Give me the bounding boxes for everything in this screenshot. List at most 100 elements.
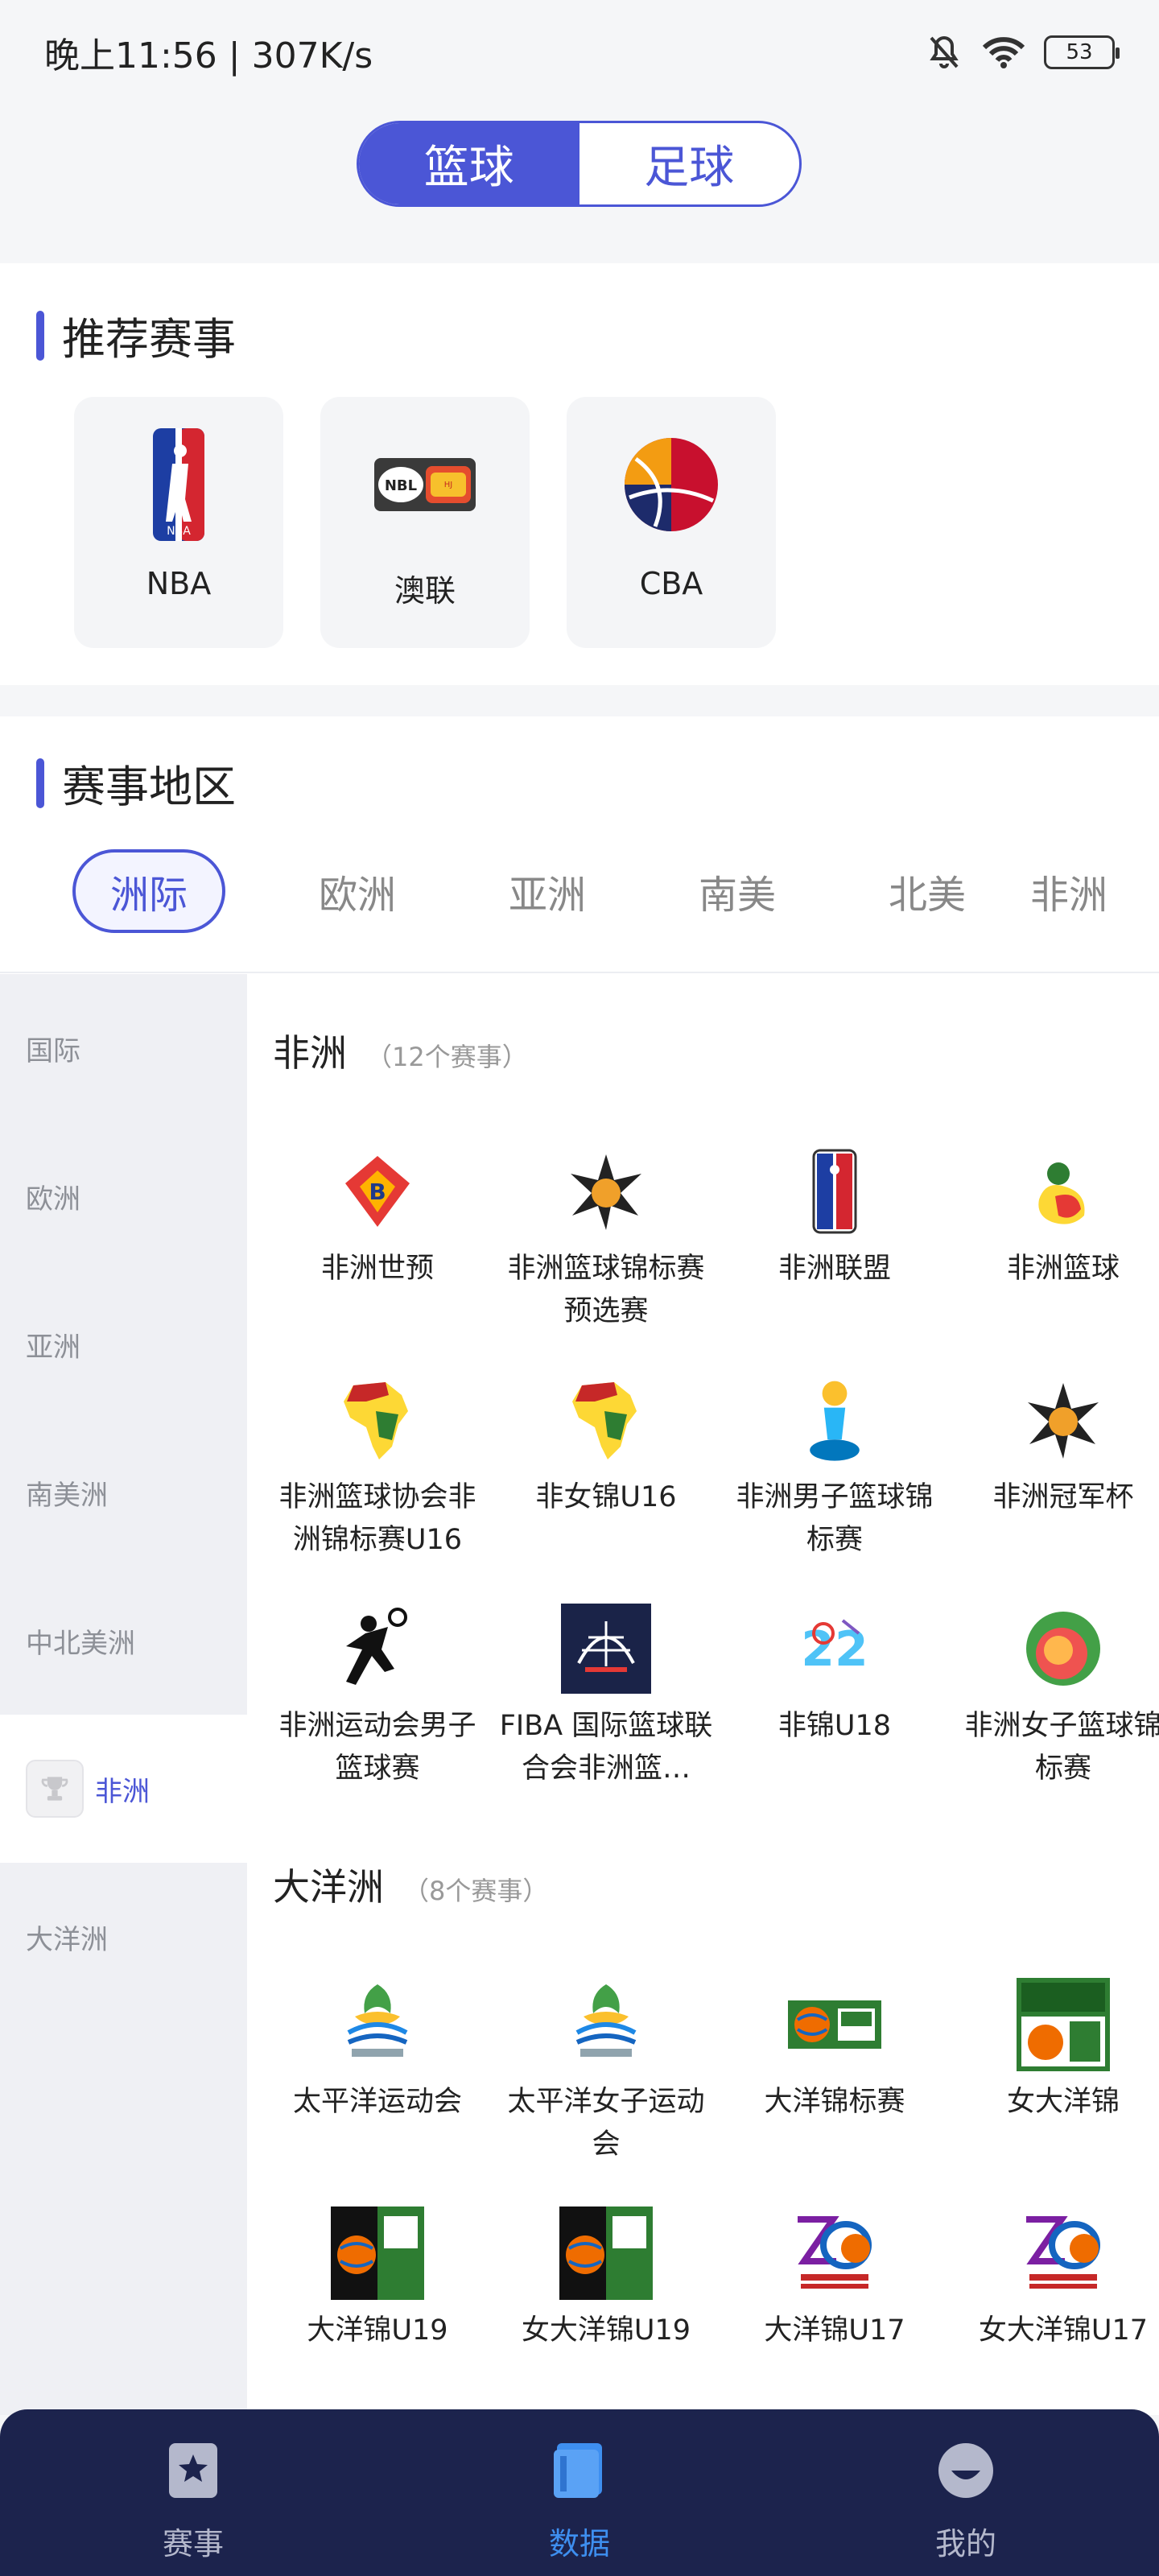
region-tab-intercontinental[interactable]: 洲际: [72, 849, 225, 933]
rec-card-nbl[interactable]: NBL HJ 澳联: [320, 397, 530, 648]
side-item-label: 南美洲: [26, 1479, 108, 1512]
star-ball-logo-icon: [558, 1143, 654, 1240]
region-tab-asia[interactable]: 亚洲: [452, 849, 642, 933]
svg-text:HJ: HJ: [444, 481, 452, 489]
tab-basketball[interactable]: 篮球: [359, 123, 580, 204]
league-item[interactable]: 大洋锦标赛: [720, 1972, 949, 2201]
u18-logo-icon: 22: [786, 1600, 883, 1697]
group-count: （8个赛事）: [403, 1876, 549, 1906]
league-name: FIBA 国际篮球联合会非洲篮…: [499, 1710, 713, 1785]
svg-text:B: B: [369, 1179, 386, 1205]
league-item[interactable]: 非洲运动会男子篮球赛: [263, 1596, 492, 1825]
league-name: 非洲篮球锦标赛预选赛: [507, 1253, 705, 1327]
tab-football[interactable]: 足球: [580, 123, 800, 204]
league-item[interactable]: 非洲冠军杯: [949, 1368, 1159, 1596]
league-name: 非洲世预: [320, 1253, 434, 1285]
league-item[interactable]: 女大洋锦U19: [492, 2201, 720, 2429]
pacific-games-logo-icon: [558, 1976, 654, 2073]
fiba-oceania-u19-logo-icon: [329, 2205, 426, 2301]
rec-name: 澳联: [394, 573, 456, 609]
league-item[interactable]: 太平洋女子运动会: [492, 1972, 720, 2201]
side-item-africa[interactable]: 非洲: [0, 1715, 247, 1863]
nav-item-events[interactable]: 赛事: [0, 2409, 386, 2576]
title-accent-bar: [36, 310, 44, 361]
side-item-south-america[interactable]: 南美洲: [0, 1418, 247, 1567]
league-item[interactable]: 非洲联盟: [720, 1139, 949, 1368]
nba-logo-icon: NBA: [126, 428, 231, 541]
nav-item-data[interactable]: 数据: [386, 2409, 773, 2576]
africa-map-logo-icon: [558, 1372, 654, 1468]
side-item-asia[interactable]: 亚洲: [0, 1270, 247, 1418]
region-tab-europe[interactable]: 欧洲: [262, 849, 452, 933]
bal-logo-icon: [786, 1143, 883, 1240]
rec-card-cba[interactable]: CBA: [567, 397, 776, 648]
league-name: 太平洋运动会: [292, 2086, 462, 2118]
mute-bell-icon: [930, 35, 959, 68]
league-item[interactable]: 非洲篮球锦标赛预选赛: [492, 1139, 720, 1368]
league-name: 大洋锦U19: [307, 2314, 448, 2347]
sport-switch: 篮球 足球: [357, 121, 802, 207]
women-afrobasket-logo-icon: [1015, 1600, 1112, 1697]
league-item[interactable]: 女大洋锦U17: [949, 2201, 1159, 2429]
league-name: 女大洋锦: [1006, 2086, 1120, 2118]
recommend-title-text: 推荐赛事: [62, 314, 236, 365]
league-name: 非洲篮球协会非洲锦标赛U16: [278, 1481, 476, 1556]
league-item[interactable]: FIBA 国际篮球联合会非洲篮…: [492, 1596, 720, 1825]
side-item-label: 亚洲: [26, 1331, 80, 1364]
league-item[interactable]: 非洲篮球协会非洲锦标赛U16: [263, 1368, 492, 1596]
league-item[interactable]: 大洋锦U19: [263, 2201, 492, 2429]
fiba-world-cup-logo-icon: B: [329, 1143, 426, 1240]
nav-item-profile[interactable]: 我的: [773, 2409, 1159, 2576]
side-item-oceania[interactable]: 大洋洲: [0, 1863, 247, 2011]
group-count: （12个赛事）: [366, 1042, 528, 1072]
side-item-label: 中北美洲: [26, 1627, 135, 1660]
region-tab-africa[interactable]: 非洲: [1022, 849, 1111, 933]
u17-world-championship-logo-icon: [786, 2205, 883, 2301]
league-name: 非洲女子篮球锦标赛: [964, 1710, 1159, 1785]
league-item[interactable]: 非洲男子篮球锦标赛: [720, 1368, 949, 1596]
league-name: 非洲冠军杯: [992, 1481, 1134, 1513]
status-time: 晚上11:56 | 307K/s: [44, 35, 373, 76]
svg-text:NBL: NBL: [385, 477, 417, 494]
recommend-title: 推荐赛事: [36, 303, 236, 367]
league-item[interactable]: 非洲女子篮球锦标赛: [949, 1596, 1159, 1825]
side-item-international[interactable]: 国际: [0, 974, 247, 1122]
league-content: 非洲 （12个赛事） B 非洲世预 非洲篮球锦标赛预选赛 非洲联盟 非洲篮球 非…: [247, 974, 1159, 2415]
rec-card-nba[interactable]: NBA NBA: [74, 397, 283, 648]
side-item-label: 欧洲: [26, 1183, 80, 1216]
region-tab-south-america[interactable]: 南美: [642, 849, 832, 933]
player-silhouette-logo-icon: [329, 1600, 426, 1697]
league-item[interactable]: 大洋锦U17: [720, 2201, 949, 2429]
side-item-label: 国际: [26, 1034, 80, 1067]
region-title-text: 赛事地区: [62, 762, 236, 812]
svg-text:22: 22: [801, 1621, 868, 1678]
league-item[interactable]: 非女锦U16: [492, 1368, 720, 1596]
league-item[interactable]: 太平洋运动会: [263, 1972, 492, 2201]
status-icons: 53: [925, 33, 1120, 72]
side-item-europe[interactable]: 欧洲: [0, 1122, 247, 1270]
wifi-icon: [982, 37, 1025, 68]
fiba-africa-logo-icon: [558, 1600, 654, 1697]
league-name: 非洲联盟: [777, 1253, 891, 1285]
league-item[interactable]: 女大洋锦: [949, 1972, 1159, 2201]
league-item[interactable]: 非洲篮球: [949, 1139, 1159, 1368]
pacific-games-logo-icon: [329, 1976, 426, 2073]
wobc-logo-icon: [1015, 1976, 1112, 2073]
group-name: 非洲: [273, 1031, 347, 1075]
league-name: 女大洋锦U19: [521, 2314, 691, 2347]
league-item[interactable]: B 非洲世预: [263, 1139, 492, 1368]
region-tab-north-america[interactable]: 北美: [832, 849, 1022, 933]
side-item-central-north-america[interactable]: 中北美洲: [0, 1567, 247, 1715]
group-header-oceania: 大洋洲 （8个赛事）: [273, 1858, 548, 1911]
league-name: 非洲运动会男子篮球赛: [278, 1710, 476, 1785]
trophy-icon: [26, 1760, 84, 1818]
africa-map-logo-icon: [329, 1372, 426, 1468]
battery-level: 53: [1066, 40, 1093, 64]
u17-world-championship-logo-icon: [1015, 2205, 1112, 2301]
star-ball-logo-icon: [1015, 1372, 1112, 1468]
bookmark-star-icon: [161, 2438, 225, 2503]
recommend-section: 推荐赛事 NBA NBA NBL HJ 澳联 CBA: [0, 263, 1159, 685]
league-item[interactable]: 22 非锦U18: [720, 1596, 949, 1825]
league-name: 非洲篮球: [1006, 1253, 1120, 1285]
league-grid-oceania: 太平洋运动会 太平洋女子运动会 大洋锦标赛 女大洋锦 大洋锦U19 女大洋锦U1…: [263, 1972, 1159, 2429]
